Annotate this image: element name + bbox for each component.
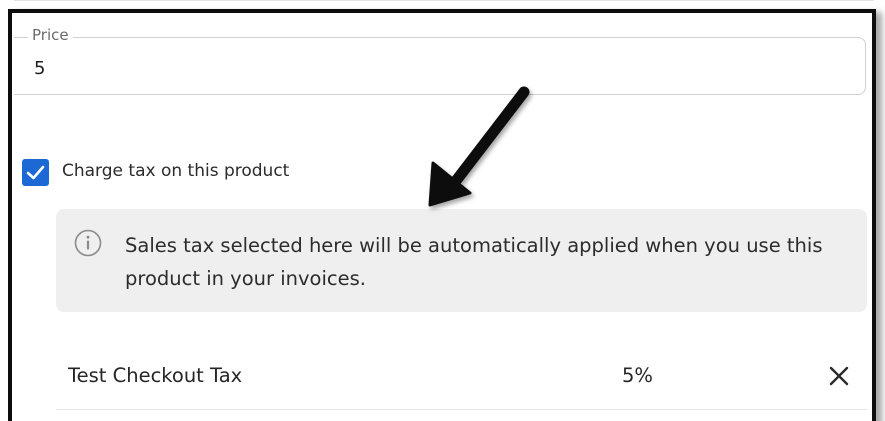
product-form-panel: Price 5 Charge tax on this product Sales… — [8, 9, 876, 421]
info-banner: Sales tax selected here will be automati… — [56, 209, 867, 312]
top-strip — [0, 0, 885, 9]
tax-row: Test Checkout Tax 5% — [56, 351, 867, 410]
price-label: Price — [28, 26, 73, 44]
close-icon[interactable] — [824, 361, 854, 391]
tax-name: Test Checkout Tax — [68, 364, 243, 387]
checkmark-icon — [26, 165, 45, 180]
charge-tax-checkbox[interactable] — [22, 159, 49, 186]
charge-tax-label[interactable]: Charge tax on this product — [62, 160, 289, 182]
tax-rate: 5% — [622, 364, 653, 387]
price-field[interactable] — [14, 37, 866, 95]
info-icon — [74, 229, 102, 257]
price-input[interactable]: 5 — [34, 58, 45, 80]
screenshot-page: Price 5 Charge tax on this product Sales… — [0, 0, 885, 421]
info-message: Sales tax selected here will be automati… — [125, 234, 823, 290]
divider — [14, 0, 874, 1]
